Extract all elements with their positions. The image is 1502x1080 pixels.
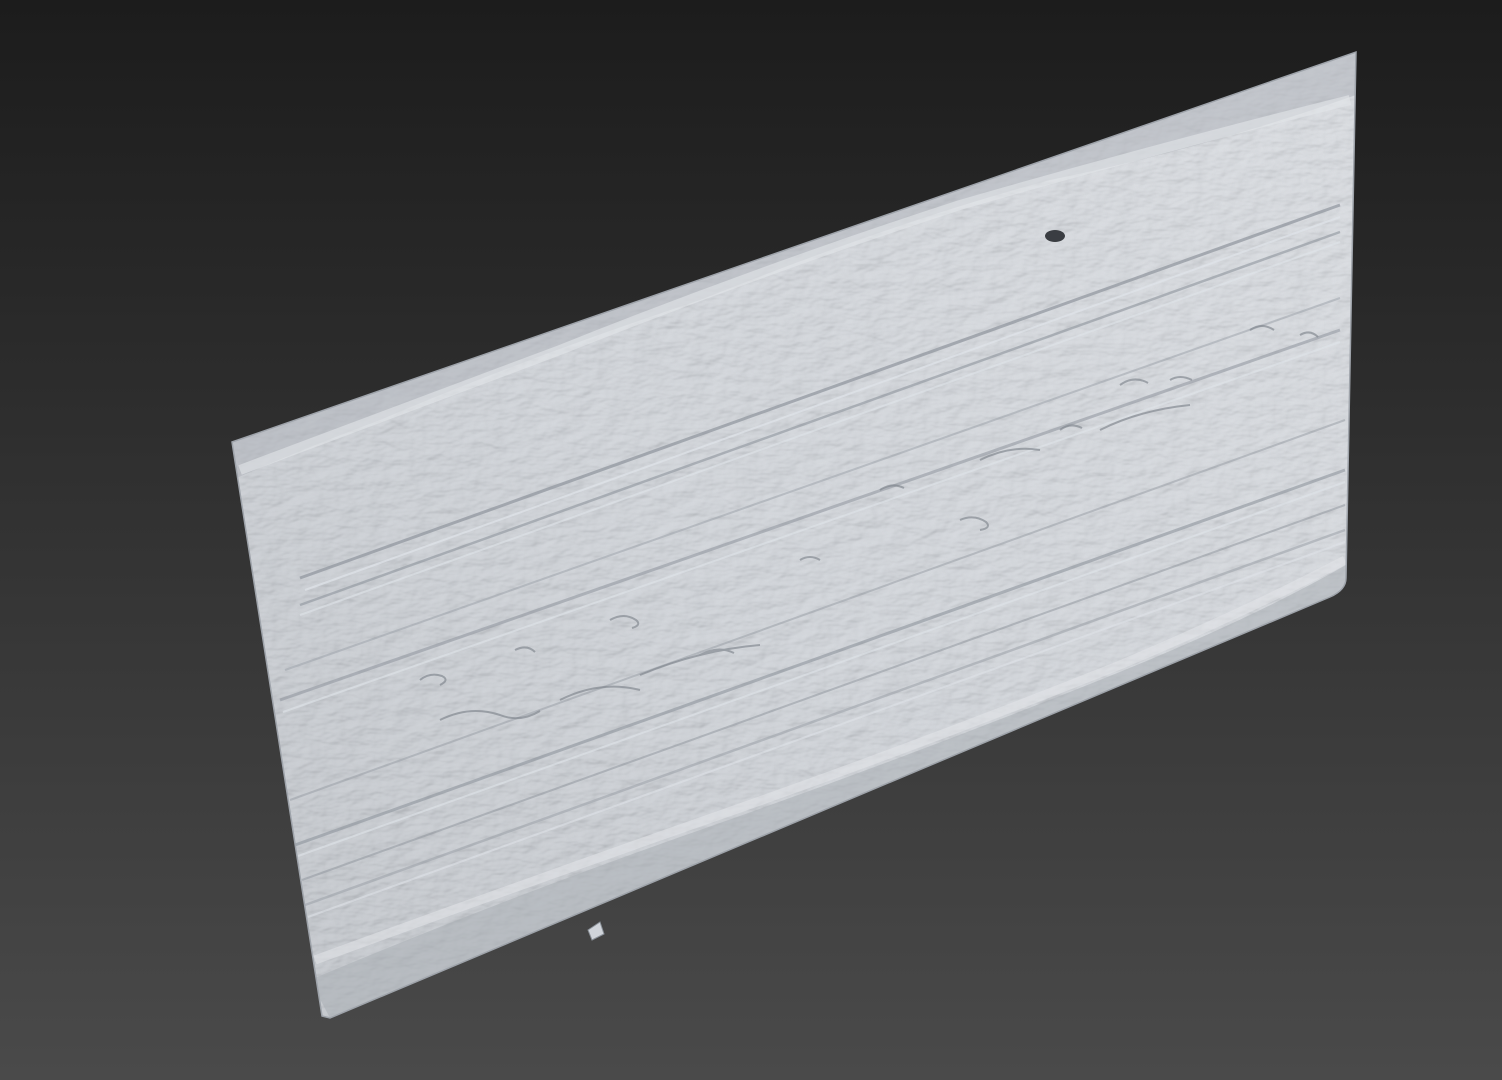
viewport-canvas[interactable] [0,0,1502,1080]
3d-viewport[interactable] [0,0,1502,1080]
surface-hole [1045,230,1065,242]
